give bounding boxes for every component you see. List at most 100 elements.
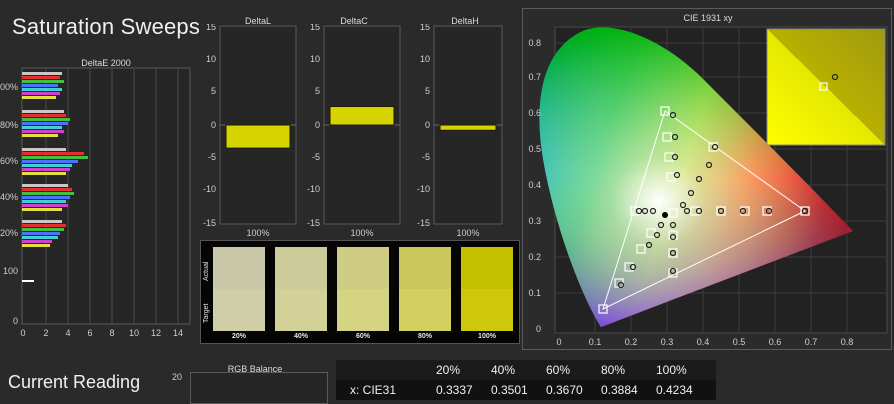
swatch-label: 80% [417,333,432,340]
zoom-inset [766,28,886,146]
cie-y-0.2: 0.2 [528,252,541,262]
deltac-y-15: 15 [310,24,320,32]
cie-y-0.5: 0.5 [528,144,541,154]
cie-diagram: 0.8 0.7 0.6 0.5 0.4 0.3 0.2 0.1 0 0 0.1 … [528,26,888,347]
table-row-label: x: CIE31 [350,383,397,397]
deltae-chart: 100% 80% 60% 40% 20% 100 0 0 2 4 6 8 10 … [0,67,191,338]
cie-y-0: 0 [536,324,541,334]
deltac-y-m5: -5 [312,152,320,162]
deltah-y-m5: -5 [422,152,430,162]
deltac-bar [329,106,395,126]
deltae-x-0: 0 [20,328,25,338]
color-swatch [275,247,327,331]
cie-y-0.7: 0.7 [528,72,541,82]
page-title: Saturation Sweeps [12,14,201,39]
deltae-bar-white [22,280,34,282]
table-cell-100: 0.4234 [656,383,693,397]
cie-x-0.3: 0.3 [661,337,674,347]
deltah-y-axis: 15 10 5 0 -5 -10 -15 [417,24,430,228]
color-swatch [461,247,513,331]
color-swatch [213,247,265,331]
deltae-y-40pct: 40% [0,192,18,202]
deltae-bars-80 [22,110,70,137]
table-header-60: 60% [546,363,571,377]
cie-diagram-panel: CIE 1931 xy 0.8 0.7 0.6 0.5 0.4 0.3 0.2 … [522,8,892,350]
deltal-y-m5: -5 [208,152,216,162]
deltae-x-4: 4 [65,328,70,338]
table-header-80: 80% [601,363,626,377]
deltae-y-100pct: 100% [0,82,18,92]
current-reading-title: Current Reading [8,372,141,392]
cie-x-0.5: 0.5 [733,337,746,347]
cie-x-0.4: 0.4 [697,337,710,347]
deltal-y-5: 5 [211,86,216,96]
deltac-x-label: 100% [350,228,373,238]
swatch-target [337,289,389,331]
cie-x-0.6: 0.6 [769,337,782,347]
cie-x-0: 0 [556,337,561,347]
rgb-balance-y-20: 20 [172,372,183,382]
deltae-x-8: 8 [109,328,114,338]
deltae-x-2: 2 [43,328,48,338]
swatch-target [461,289,513,331]
color-swatch [337,247,389,331]
swatch-target [213,289,265,331]
cie-x-0.1: 0.1 [589,337,602,347]
swatch-actual [461,247,513,289]
deltae-x-14: 14 [173,328,183,338]
swatch-actual [337,247,389,289]
cie-y-0.3: 0.3 [528,216,541,226]
deltal-y-10: 10 [206,54,216,64]
deltah-y-m10: -10 [417,184,430,194]
swatch-actual [213,247,265,289]
deltac-y-m15: -15 [307,218,320,228]
deltae-y-80pct: 80% [0,120,18,130]
deltae-x-12: 12 [151,328,161,338]
deltal-y-m15: -15 [203,218,216,228]
deltah-bar [439,124,497,131]
cie-x-0.2: 0.2 [625,337,638,347]
deltah-y-m15: -15 [417,218,430,228]
swatch-panel: Actual Target 20% 40% 60% 80% 100% [200,240,520,344]
deltac-y-0: 0 [315,120,320,130]
delta-charts: 15 10 5 0 -5 -10 -15 15 10 5 0 -5 -10 -1… [203,24,503,238]
swatch-label: 20% [231,333,246,340]
deltae-bars-100 [22,72,64,99]
deltac-y-m10: -10 [307,184,320,194]
deltae-y-100: 100 [3,266,18,276]
deltae-y-60pct: 60% [0,156,18,166]
target-label: Target [203,303,210,323]
color-swatch [399,247,451,331]
deltah-y-15: 15 [420,24,430,32]
swatch-label: 40% [293,333,308,340]
deltae-x-6: 6 [87,328,92,338]
cie-y-0.8: 0.8 [528,38,541,48]
table-cell-80: 0.3884 [601,383,638,397]
deltae-bars-40 [22,184,74,211]
white-point-marker [662,212,668,218]
cie-y-0.1: 0.1 [528,288,541,298]
deltae-y-20pct: 20% [0,228,18,238]
deltac-y-10: 10 [310,54,320,64]
table-cell-40: 0.3501 [491,383,528,397]
deltal-y-0: 0 [211,120,216,130]
cie-x-0.7: 0.7 [805,337,818,347]
table-header-row: 20% 40% 60% 80% 100% [336,360,716,380]
deltal-x-label: 100% [246,228,269,238]
deltac-y-5: 5 [315,86,320,96]
rgb-balance-plot [190,372,328,404]
deltal-y-axis: 15 10 5 0 -5 -10 -15 [203,24,216,228]
table-row: x: CIE31 0.3337 0.3501 0.3670 0.3884 0.4… [336,380,716,400]
swatch-label: 100% [478,333,496,340]
cie-x-0.8: 0.8 [841,337,854,347]
actual-label: Actual [203,261,210,281]
deltae-x-10: 10 [129,328,139,338]
deltac-y-axis: 15 10 5 0 -5 -10 -15 [307,24,320,228]
deltal-bar [225,124,291,149]
swatch-actual [275,247,327,289]
deltal-y-m10: -10 [203,184,216,194]
swatch-target [399,289,451,331]
table-header-100: 100% [656,363,687,377]
swatch-label: 60% [355,333,370,340]
deltae-y-0: 0 [13,316,18,326]
